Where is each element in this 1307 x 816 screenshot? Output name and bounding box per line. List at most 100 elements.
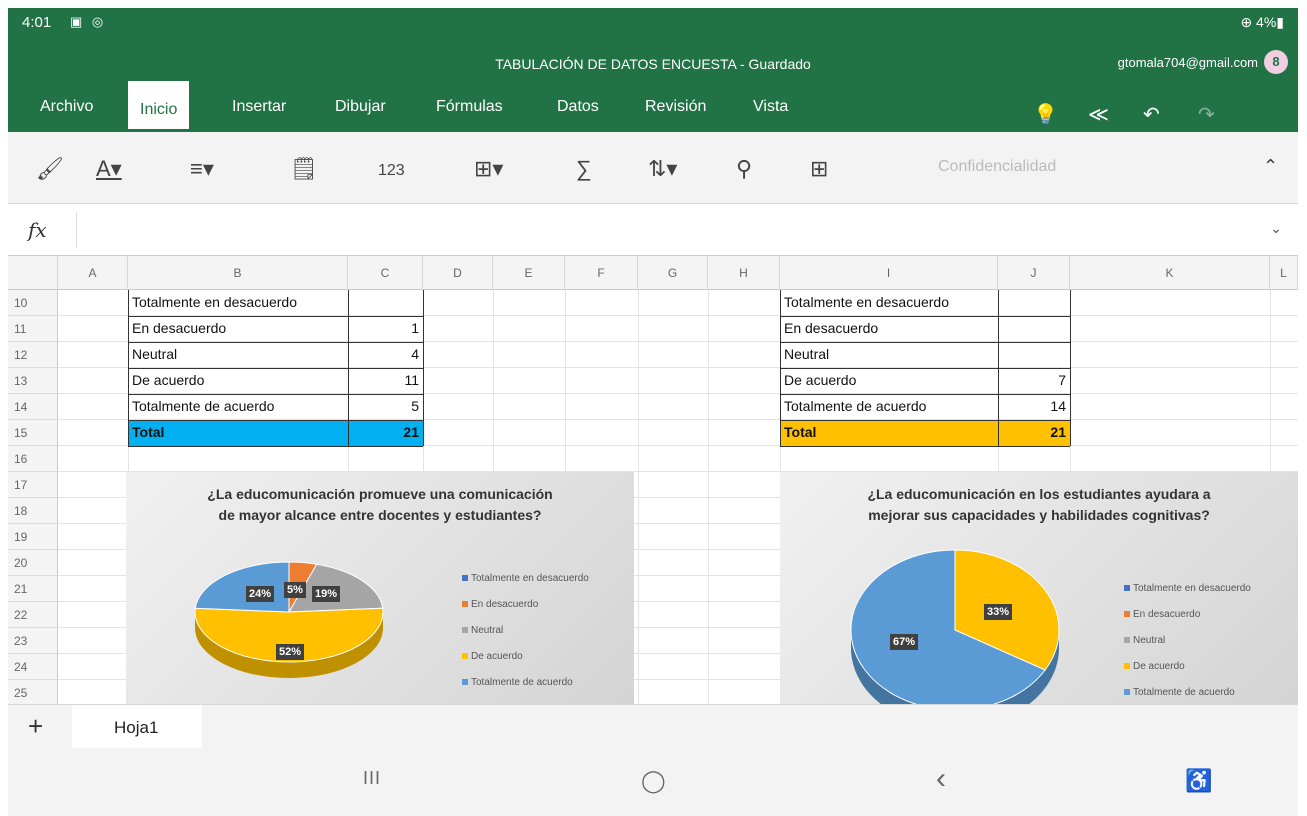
formula-bar: fx ⌄ [8, 204, 1298, 256]
table-value-cell[interactable]: 11 [348, 368, 423, 394]
add-sheet-button[interactable]: + [28, 711, 43, 742]
accessibility-icon[interactable]: ♿ [1185, 768, 1212, 794]
table-value-cell[interactable]: 4 [348, 342, 423, 368]
table-row-border [128, 446, 423, 447]
row-header-20[interactable]: 20 [8, 550, 58, 576]
row-header-23[interactable]: 23 [8, 628, 58, 654]
tab-formulas[interactable]: Fórmulas [436, 98, 503, 116]
table-value-cell[interactable] [998, 342, 1070, 368]
table-value-cell[interactable] [998, 316, 1070, 342]
tab-dibujar[interactable]: Dibujar [335, 98, 386, 116]
table-label-cell[interactable]: Neutral [128, 342, 348, 368]
pie-chart-right[interactable]: ¿La educomunicación en los estudiantes a… [780, 472, 1298, 704]
total-value-cell[interactable]: 21 [998, 420, 1070, 446]
table-value-cell[interactable]: 1 [348, 316, 423, 342]
legend-label: En desacuerdo [471, 599, 539, 610]
back-button[interactable]: ‹ [936, 762, 946, 796]
total-label-cell[interactable]: Total [128, 420, 348, 446]
sheet-tab-hoja1[interactable]: Hoja1 [72, 705, 202, 749]
row-header-25[interactable]: 25 [8, 680, 58, 704]
row-header-19[interactable]: 19 [8, 524, 58, 550]
align-icon[interactable]: ≡▾ [190, 156, 214, 182]
column-header-h[interactable]: H [708, 256, 780, 290]
table-label-cell[interactable]: En desacuerdo [780, 316, 998, 342]
row-header-15[interactable]: 15 [8, 420, 58, 446]
column-header-j[interactable]: J [998, 256, 1070, 290]
redo-icon[interactable]: ↷ [1198, 102, 1215, 127]
insert-delete-icon[interactable]: ⊞▾ [474, 156, 503, 182]
font-color-icon[interactable]: A▾ [96, 156, 122, 182]
expand-formula-icon[interactable]: ⌄ [1270, 220, 1282, 237]
table-label-cell[interactable]: Totalmente en desacuerdo [780, 290, 998, 316]
total-value-cell[interactable]: 21 [348, 420, 423, 446]
row-header-13[interactable]: 13 [8, 368, 58, 394]
pie-chart-left[interactable]: ¿La educomunicación promueve una comunic… [126, 472, 634, 704]
table-row-border [128, 420, 423, 421]
lightbulb-icon[interactable]: 💡 [1033, 102, 1058, 127]
table-label-cell[interactable]: Neutral [780, 342, 998, 368]
table-value-cell[interactable]: 7 [998, 368, 1070, 394]
tab-inicio[interactable]: Inicio [128, 81, 190, 132]
total-label-cell[interactable]: Total [780, 420, 998, 446]
row-header-16[interactable]: 16 [8, 446, 58, 472]
recents-button[interactable]: III [363, 768, 381, 789]
tab-archivo[interactable]: Archivo [40, 98, 93, 116]
account-email[interactable]: gtomala704@gmail.com [1118, 55, 1258, 70]
tab-vista[interactable]: Vista [753, 98, 788, 116]
table-label-cell[interactable]: Totalmente en desacuerdo [128, 290, 348, 316]
avatar[interactable]: 8 [1264, 50, 1288, 74]
table-label-cell[interactable]: En desacuerdo [128, 316, 348, 342]
table-value-cell[interactable] [348, 290, 423, 316]
table-label-cell[interactable]: De acuerdo [128, 368, 348, 394]
table-value-cell[interactable]: 5 [348, 394, 423, 420]
table-value-cell[interactable] [998, 290, 1070, 316]
legend-item: Totalmente en desacuerdo [1124, 576, 1251, 602]
column-header-k[interactable]: K [1070, 256, 1270, 290]
column-header-l[interactable]: L [1270, 256, 1298, 290]
undo-icon[interactable]: ↶ [1143, 102, 1160, 127]
row-header-18[interactable]: 18 [8, 498, 58, 524]
row-header-11[interactable]: 11 [8, 316, 58, 342]
pie-slice-4[interactable] [194, 561, 290, 613]
collapse-ribbon-icon[interactable]: ⌃ [1263, 156, 1278, 177]
legend-item: En desacuerdo [462, 592, 589, 618]
column-header-c[interactable]: C [348, 256, 423, 290]
row-header-17[interactable]: 17 [8, 472, 58, 498]
tab-insertar[interactable]: Insertar [232, 98, 286, 116]
format-painter-icon[interactable]: 🖌 [36, 156, 64, 182]
row-header-22[interactable]: 22 [8, 602, 58, 628]
table-label-cell[interactable]: De acuerdo [780, 368, 998, 394]
row-header-12[interactable]: 12 [8, 342, 58, 368]
column-header-i[interactable]: I [780, 256, 998, 290]
tab-revision[interactable]: Revisión [645, 98, 706, 116]
table-label-cell[interactable]: Totalmente de acuerdo [780, 394, 998, 420]
document-title[interactable]: TABULACIÓN DE DATOS ENCUESTA - Guardado [8, 56, 1298, 72]
sort-filter-icon[interactable]: ⇅▾ [648, 156, 677, 182]
search-icon[interactable]: ⚲ [736, 156, 752, 182]
wrap-text-icon[interactable]: 🗒 [290, 156, 318, 182]
grid-col-line [708, 290, 709, 704]
fx-icon[interactable]: fx [28, 218, 47, 242]
table-label-cell[interactable]: Totalmente de acuerdo [128, 394, 348, 420]
table-icon[interactable]: ⊞ [810, 156, 828, 182]
row-header-21[interactable]: 21 [8, 576, 58, 602]
select-all-corner[interactable] [8, 256, 58, 290]
column-header-a[interactable]: A [58, 256, 128, 290]
tab-datos[interactable]: Datos [557, 98, 599, 116]
column-header-f[interactable]: F [565, 256, 638, 290]
sum-icon[interactable]: ∑ [576, 156, 592, 182]
worksheet-grid[interactable]: 1011121314151617181920212223242526 Total… [8, 290, 1298, 704]
row-header-24[interactable]: 24 [8, 654, 58, 680]
column-header-g[interactable]: G [638, 256, 708, 290]
number-format-icon[interactable]: 123 [378, 162, 405, 180]
share-icon[interactable]: ≪ [1088, 102, 1109, 127]
confidentiality-button[interactable]: Confidencialidad [938, 158, 1056, 176]
table-col-border [1070, 290, 1071, 446]
column-header-e[interactable]: E [493, 256, 565, 290]
table-value-cell[interactable]: 14 [998, 394, 1070, 420]
row-header-14[interactable]: 14 [8, 394, 58, 420]
home-button[interactable]: ◯ [641, 768, 666, 794]
row-header-10[interactable]: 10 [8, 290, 58, 316]
column-header-d[interactable]: D [423, 256, 493, 290]
column-header-b[interactable]: B [128, 256, 348, 290]
